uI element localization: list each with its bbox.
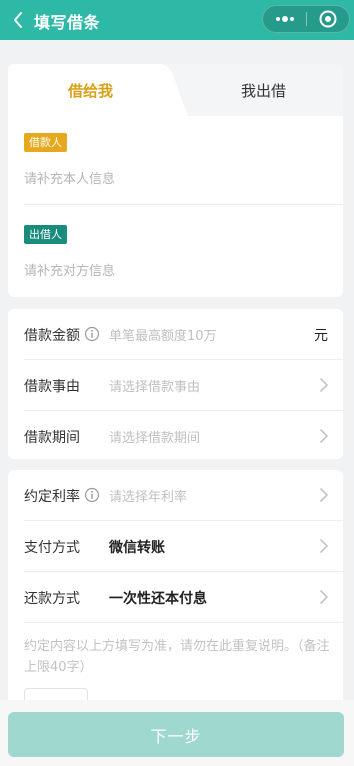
chevron-right-icon bbox=[320, 590, 328, 604]
chevron-right-icon bbox=[320, 378, 328, 392]
reason-row[interactable]: 借款事由 请选择借款事由 bbox=[8, 360, 343, 411]
more-dots-icon[interactable] bbox=[263, 6, 307, 32]
chevron-right-icon bbox=[320, 429, 328, 443]
reason-select[interactable]: 请选择借款事由 bbox=[109, 376, 200, 395]
amount-input[interactable]: 单笔最高额度10万 bbox=[109, 325, 217, 344]
info-icon[interactable] bbox=[84, 487, 100, 503]
divider bbox=[24, 622, 343, 623]
tab-bar: 借给我 我出借 bbox=[8, 64, 343, 116]
reason-label: 借款事由 bbox=[24, 379, 80, 395]
info-icon[interactable] bbox=[84, 326, 100, 342]
remark-textarea[interactable]: 约定内容以上方填写为准，请勿在此重复说明。（备注上限40字） bbox=[24, 636, 330, 678]
target-close-icon[interactable] bbox=[307, 6, 349, 32]
period-label: 借款期间 bbox=[24, 430, 80, 446]
amount-label: 借款金额 bbox=[24, 328, 80, 344]
divider bbox=[24, 204, 343, 205]
next-step-button[interactable]: 下一步 bbox=[8, 712, 344, 757]
rate-select[interactable]: 请选择年利率 bbox=[109, 486, 187, 505]
borrower-badge: 借款人 bbox=[24, 133, 67, 152]
payment-label: 支付方式 bbox=[24, 540, 80, 556]
rate-row[interactable]: 约定利率 请选择年利率 bbox=[8, 470, 343, 521]
tab-lend-out[interactable]: 我出借 bbox=[184, 64, 343, 116]
chevron-right-icon bbox=[320, 539, 328, 553]
repayment-row[interactable]: 还款方式 一次性还本付息 bbox=[8, 572, 343, 623]
currency-unit: 元 bbox=[314, 328, 328, 344]
period-select[interactable]: 请选择借款期间 bbox=[109, 427, 200, 446]
repayment-label: 还款方式 bbox=[24, 591, 80, 607]
borrower-info-field[interactable]: 请补充本人信息 bbox=[24, 168, 115, 187]
chevron-right-icon bbox=[320, 488, 328, 502]
bottom-bar: 下一步 bbox=[0, 700, 354, 766]
chevron-left-icon[interactable] bbox=[6, 8, 30, 32]
payment-row[interactable]: 支付方式 微信转账 bbox=[8, 521, 343, 572]
repayment-value[interactable]: 一次性还本付息 bbox=[109, 588, 207, 608]
loan-details-card: 借款金额 单笔最高额度10万 元 借款事由 请选择借款事由 借款期间 请选择借款… bbox=[8, 309, 343, 459]
lender-info-field[interactable]: 请补充对方信息 bbox=[24, 260, 115, 279]
period-row[interactable]: 借款期间 请选择借款期间 bbox=[8, 411, 343, 459]
terms-card: 约定利率 请选择年利率 支付方式 微信转账 还款方式 一次性还本付息 约定内容以… bbox=[8, 470, 343, 720]
amount-row[interactable]: 借款金额 单笔最高额度10万 元 bbox=[8, 309, 343, 360]
nav-bar: 填写借条 bbox=[0, 0, 354, 40]
lender-badge: 出借人 bbox=[24, 225, 67, 244]
parties-card: 借给我 我出借 借款人 请补充本人信息 出借人 请补充对方信息 bbox=[8, 64, 343, 297]
payment-value[interactable]: 微信转账 bbox=[109, 537, 165, 557]
rate-label: 约定利率 bbox=[24, 489, 80, 505]
mini-program-capsule bbox=[262, 5, 350, 33]
tab-borrow-to-me[interactable]: 借给我 bbox=[8, 64, 173, 116]
page-title: 填写借条 bbox=[34, 13, 101, 32]
